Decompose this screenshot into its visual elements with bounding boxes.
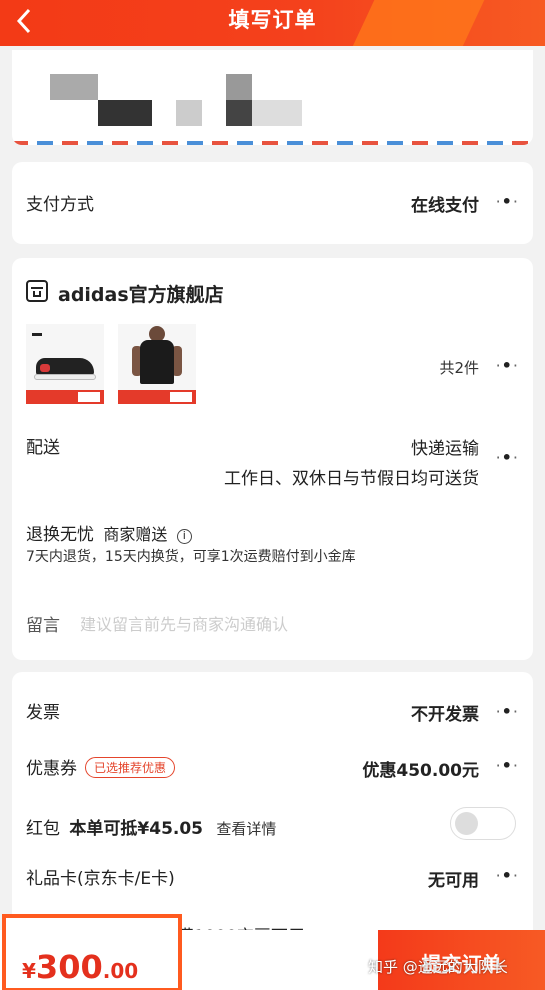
delivery-label: 配送: [26, 438, 60, 458]
address-blur: [226, 100, 252, 126]
return-title: 退换无忧: [26, 525, 94, 545]
delivery-time: 工作日、双休日与节假日均可送货: [224, 469, 479, 489]
return-sub: 商家赠送: [103, 525, 168, 544]
address-blur: [98, 100, 152, 126]
invoice-label: 发票: [26, 703, 60, 723]
address-blur: [226, 74, 252, 100]
message-input[interactable]: 建议留言前先与商家沟通确认: [80, 611, 288, 635]
price-tag: [170, 392, 192, 402]
coupon-value[interactable]: 优惠450.00元: [362, 756, 479, 781]
order-options-card: 发票 不开发票 ·•· 优惠券 已选推荐优惠 优惠450.00元 ·•· 红包 本…: [12, 672, 533, 947]
currency-symbol: ¥: [22, 959, 36, 983]
product-thumbnail-shirt[interactable]: [118, 324, 196, 404]
adidas-logo-icon: [32, 328, 42, 336]
more-dots-icon[interactable]: ·•·: [496, 448, 519, 467]
price-tag: [78, 392, 100, 402]
return-detail: 7天内退货，15天内换货，可享1次运费赔付到小金库: [26, 549, 356, 565]
giftcard-label: 礼品卡(京东卡/E卡): [26, 869, 175, 889]
page-title: 填写订单: [228, 8, 317, 32]
price-highlight: ¥300.00: [2, 914, 182, 990]
address-blur: [176, 100, 202, 126]
info-icon[interactable]: i: [176, 529, 192, 544]
more-dots-icon[interactable]: ·•·: [496, 702, 519, 721]
address-blur: [252, 100, 302, 126]
item-count: 共2件: [439, 359, 479, 377]
payment-value: 在线支付: [411, 196, 479, 216]
store-name[interactable]: adidas官方旗舰店: [58, 280, 224, 307]
message-label: 留言: [26, 616, 60, 636]
payment-label: 支付方式: [26, 195, 94, 215]
delivery-method: 快递运输: [411, 439, 479, 459]
shoe-sole: [34, 374, 96, 380]
store-card: adidas官方旗舰店 共2件 ·•· 配送 快递运输 工作日、双休日与节假日均…: [12, 258, 533, 660]
redpacket-row: 红包 本单可抵¥45.05 查看详情: [26, 814, 276, 839]
giftcard-value: 无可用: [428, 871, 479, 891]
address-card[interactable]: [12, 50, 533, 145]
invoice-value[interactable]: 不开发票: [411, 700, 479, 725]
envelope-stripe: [12, 141, 533, 145]
redpacket-label: 红包: [26, 819, 60, 839]
redpacket-deduct: 本单可抵¥45.05: [69, 819, 204, 839]
return-policy: 退换无忧 商家赠送 i: [26, 520, 192, 545]
watermark: 知乎 @遥远的大队长: [368, 958, 508, 976]
price-integer: 300: [35, 948, 103, 986]
total-price: ¥300.00: [22, 948, 138, 986]
more-dots-icon[interactable]: ·•·: [496, 866, 519, 885]
toggle-knob: [455, 812, 478, 835]
address-blur: [50, 74, 98, 100]
shoe-accent: [40, 364, 50, 372]
payment-row[interactable]: 支付方式 在线支付 ·•·: [12, 162, 533, 244]
recommend-badge: 已选推荐优惠: [85, 757, 176, 778]
price-decimal: .00: [102, 959, 139, 983]
coupon-row: 优惠券 已选推荐优惠: [26, 754, 176, 779]
more-dots-icon[interactable]: ·•·: [496, 356, 519, 375]
shirt-image: [140, 340, 174, 384]
header-bar: 填写订单: [0, 0, 545, 46]
store-icon: [26, 280, 48, 302]
product-thumbnail-shoe[interactable]: [26, 324, 104, 404]
redpacket-toggle[interactable]: [450, 807, 516, 840]
redpacket-detail-link[interactable]: 查看详情: [216, 820, 276, 838]
more-dots-icon[interactable]: ·•·: [496, 192, 519, 211]
coupon-label: 优惠券: [26, 759, 77, 779]
more-dots-icon[interactable]: ·•·: [496, 756, 519, 775]
